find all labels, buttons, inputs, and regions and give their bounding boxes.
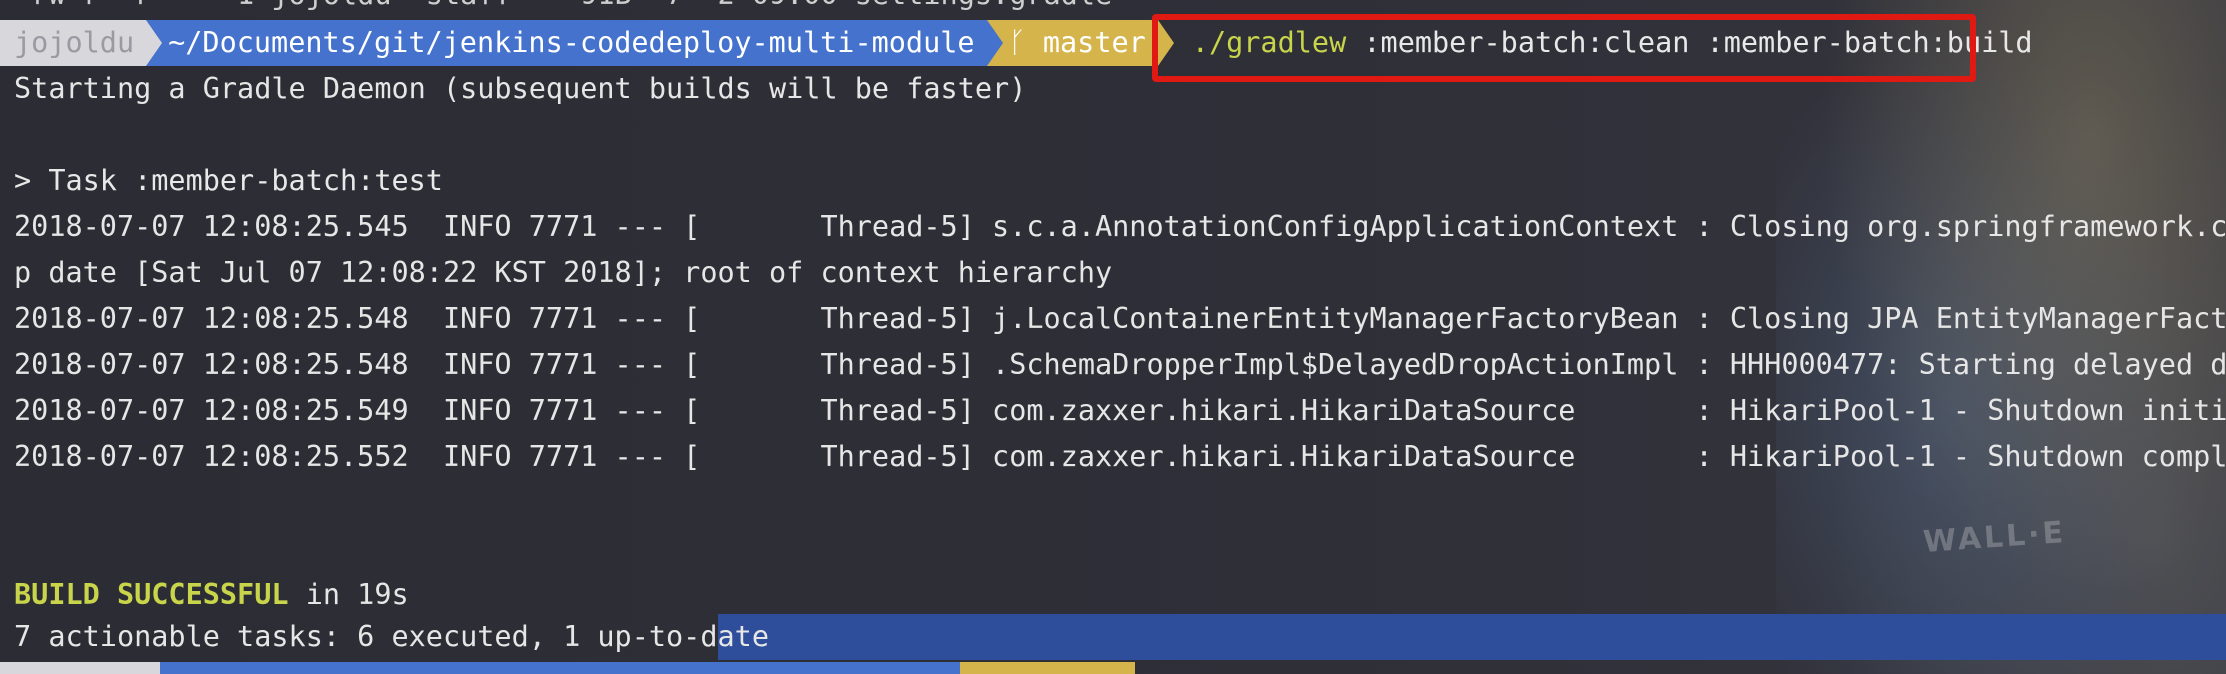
prompt-separator-arrow [146, 20, 163, 66]
next-prompt-partial [0, 662, 2226, 674]
previous-output-line: rw-r--r-- 1 jojoldu staff 91B 7 2 09:00 … [14, 0, 1112, 18]
wallpaper-logo: WALL·E [1921, 515, 2068, 560]
build-result-line: BUILD SUCCESSFUL in 19s [14, 572, 409, 618]
next-prompt-path-segment [160, 662, 960, 674]
git-branch-icon: ᚴ [1008, 26, 1026, 59]
build-status: BUILD SUCCESSFUL [14, 578, 289, 611]
prompt-separator-arrow [986, 20, 1003, 66]
log-line: 2018-07-07 12:08:25.548 INFO 7771 --- [ … [14, 302, 2226, 335]
task-header-line: > Task :member-batch:test [14, 164, 443, 197]
log-line: 2018-07-07 12:08:25.552 INFO 7771 --- [ … [14, 440, 2226, 473]
log-line: 2018-07-07 12:08:25.549 INFO 7771 --- [ … [14, 394, 2226, 427]
terminal-window[interactable]: WALL·E rw-r--r-- 1 jojoldu staff 91B 7 2… [0, 0, 2226, 674]
build-time: in 19s [288, 578, 409, 611]
next-prompt-branch-segment [960, 662, 1135, 674]
prompt-user: jojoldu [0, 20, 147, 66]
log-line: 2018-07-07 12:08:25.548 INFO 7771 --- [ … [14, 348, 2226, 381]
command-arguments: :member-batch:clean :member-batch:build [1346, 26, 2033, 59]
log-line: 2018-07-07 12:08:25.545 INFO 7771 --- [ … [14, 210, 2226, 243]
text-selection-highlight [718, 614, 2226, 660]
prompt-branch-name: master [1042, 26, 1146, 59]
log-line: p date [Sat Jul 07 12:08:22 KST 2018]; r… [14, 256, 1113, 289]
prompt-branch: ᚴ master [986, 20, 1158, 66]
prompt-path: ~/Documents/git/jenkins-codedeploy-multi… [146, 20, 987, 66]
command-input[interactable]: ./gradlew :member-batch:clean :member-ba… [1174, 20, 2033, 66]
tasks-summary-line: 7 actionable tasks: 6 executed, 1 up-to-… [14, 620, 769, 653]
next-prompt-user-segment [0, 662, 160, 674]
shell-prompt: jojoldu ~/Documents/git/jenkins-codedepl… [0, 20, 2033, 66]
command-executable: ./gradlew [1191, 26, 1347, 59]
output-line: Starting a Gradle Daemon (subsequent bui… [14, 72, 1027, 105]
prompt-separator-arrow [1157, 20, 1174, 66]
